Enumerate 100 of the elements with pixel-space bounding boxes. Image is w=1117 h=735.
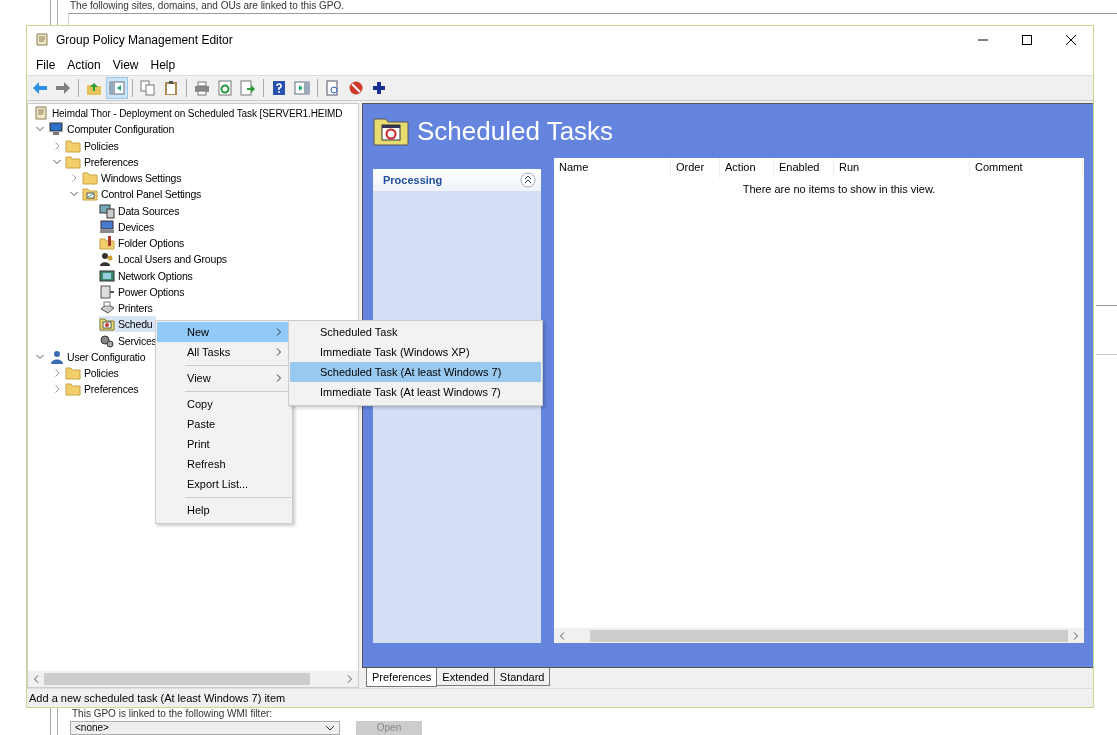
menu-item[interactable]: Immediate Task (Windows XP) — [290, 342, 541, 362]
tree-item[interactable]: Preferences — [65, 381, 143, 398]
document-icon — [325, 80, 341, 96]
panel-edge — [1096, 305, 1117, 355]
scroll-right-icon[interactable] — [1073, 631, 1079, 640]
refresh-icon — [217, 80, 233, 96]
menu-item[interactable]: New — [157, 322, 291, 342]
menu-item[interactable]: Scheduled Task — [290, 322, 541, 342]
menu-item[interactable]: File — [30, 56, 62, 73]
wmi-filter-label: This GPO is linked to the following WMI filter: — [72, 708, 273, 720]
tree-item[interactable]: Heimdal Thor - Deployment on Scheduled Task [SERVER1.HEIMD — [33, 105, 347, 122]
folder-icon — [65, 137, 81, 154]
tree-pane-button[interactable] — [106, 77, 128, 99]
folder-options-icon — [99, 235, 115, 252]
tree-item[interactable]: Computer Configuration — [48, 121, 179, 138]
caret-icon — [325, 725, 335, 731]
chevron-icon[interactable] — [36, 125, 44, 134]
column-header[interactable]: Order — [671, 158, 720, 178]
network-icon — [99, 267, 115, 284]
scroll-left-icon[interactable] — [33, 675, 39, 683]
tree-item[interactable]: Policies — [65, 137, 123, 154]
tree-item[interactable]: Network Options — [99, 267, 197, 284]
copy-icon — [140, 80, 156, 96]
tree-item[interactable]: Folder Options — [99, 235, 189, 252]
horizontal-scrollbar[interactable] — [554, 628, 1084, 643]
forward-arrow-icon — [55, 80, 71, 96]
menu-item[interactable]: Scheduled Task (At least Windows 7) — [290, 362, 541, 382]
horizontal-scrollbar[interactable] — [28, 671, 358, 687]
chevron-icon[interactable] — [70, 190, 78, 199]
chevron-icon[interactable] — [70, 174, 78, 183]
chevron-icon[interactable] — [53, 385, 61, 394]
menu-item[interactable]: Print — [157, 434, 291, 454]
maximize-icon — [1021, 34, 1033, 46]
tree-item[interactable]: Devices — [99, 218, 158, 235]
folder-icon — [65, 365, 81, 382]
tree-item[interactable]: Data Sources — [99, 202, 184, 219]
control-panel-icon — [82, 186, 98, 203]
stop-icon — [348, 80, 364, 96]
scroll-icon — [34, 32, 50, 48]
tree-item[interactable]: Windows Settings — [82, 170, 186, 187]
menu-item[interactable]: Refresh — [157, 454, 291, 474]
menu-item[interactable]: Copy — [157, 394, 291, 414]
clock-folder-icon — [99, 316, 115, 333]
user-icon — [48, 348, 64, 365]
panel-heading: Processing — [383, 174, 443, 186]
chevron-icon — [276, 374, 282, 382]
menu-item[interactable]: View — [106, 56, 145, 73]
folder-icon — [82, 170, 98, 187]
chevron-icon[interactable] — [53, 369, 61, 378]
folder-icon — [65, 381, 81, 398]
back-arrow-icon — [32, 80, 48, 96]
clipboard-icon — [163, 80, 179, 96]
computer-icon — [48, 121, 64, 138]
users-icon — [99, 251, 115, 268]
export-icon — [240, 80, 256, 96]
folder-icon — [65, 153, 81, 170]
pane-title: Scheduled Tasks — [417, 115, 614, 147]
column-header[interactable]: Enabled — [774, 158, 834, 178]
tree-item[interactable]: Policies — [65, 365, 123, 382]
menu-item[interactable]: Immediate Task (At least Windows 7) — [290, 382, 541, 402]
collapse-icon[interactable] — [520, 172, 536, 188]
tree-item[interactable]: Power Options — [99, 283, 189, 300]
scroll-right-icon[interactable] — [347, 675, 353, 683]
status-text: Add a new scheduled task (At least Windows 7) item — [29, 692, 286, 704]
empty-message: There are no items to show in this view. — [742, 183, 936, 197]
menu-item[interactable]: Paste — [157, 414, 291, 434]
chevron-icon[interactable] — [53, 141, 61, 150]
menu-item[interactable]: Action — [61, 56, 107, 73]
tree-item[interactable]: Control Panel Settings — [82, 186, 206, 203]
tab[interactable]: Preferences — [366, 668, 438, 687]
folder-up-icon — [86, 80, 102, 96]
tab[interactable]: Standard — [493, 668, 551, 686]
gears-icon — [99, 332, 115, 349]
menu-item[interactable]: Help — [144, 56, 182, 73]
monitor-icon — [99, 218, 115, 235]
chevron-icon — [276, 328, 282, 336]
description-text: The following sites, domains, and OUs are linked to this GPO. — [70, 0, 344, 11]
menu-item[interactable]: View — [157, 368, 291, 388]
tree-item[interactable]: Printers — [99, 300, 157, 317]
chevron-icon[interactable] — [53, 157, 61, 166]
column-header[interactable]: Name — [554, 158, 671, 178]
column-header[interactable]: Action — [720, 158, 774, 178]
printer-icon — [194, 80, 210, 96]
chevron-icon[interactable] — [36, 352, 44, 361]
menu-item[interactable]: Export List... — [157, 474, 291, 494]
tree-item[interactable]: Preferences — [65, 153, 143, 170]
tree-item[interactable]: User Configuratio — [48, 348, 150, 365]
tree-item[interactable]: Schedu — [99, 316, 157, 333]
column-header[interactable]: Comment — [970, 158, 1083, 178]
tree-item[interactable]: Local Users and Groups — [99, 251, 231, 268]
scroll-icon — [33, 105, 49, 122]
wmi-filter-dropdown[interactable]: <none> — [70, 721, 340, 735]
scroll-left-icon[interactable] — [559, 631, 565, 640]
database-icon — [99, 202, 115, 219]
plus-icon — [371, 80, 387, 96]
menu-item[interactable]: Help — [157, 500, 291, 520]
power-icon — [99, 283, 115, 300]
pane-icon — [294, 80, 310, 96]
column-header[interactable]: Run — [834, 158, 970, 178]
help-icon — [271, 80, 287, 96]
